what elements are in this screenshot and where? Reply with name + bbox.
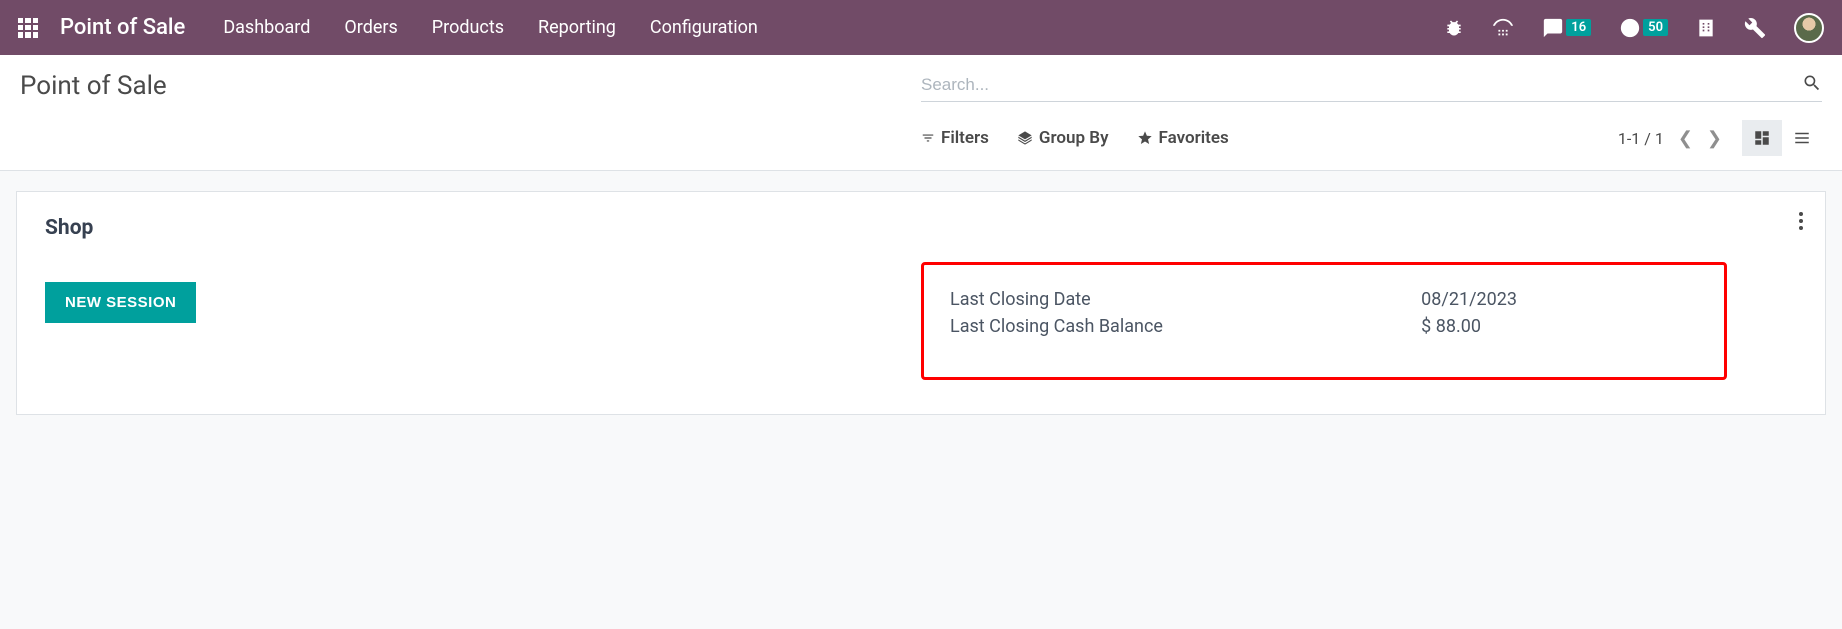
- card-title: Shop: [45, 216, 1797, 240]
- activities-icon[interactable]: 50: [1619, 17, 1668, 39]
- new-session-button[interactable]: NEW SESSION: [45, 282, 196, 323]
- pos-card: Shop NEW SESSION Last Closing Date 08/21…: [16, 191, 1826, 415]
- building-icon[interactable]: [1696, 18, 1716, 38]
- closing-balance-label: Last Closing Cash Balance: [950, 316, 1421, 337]
- closing-balance-row: Last Closing Cash Balance $ 88.00: [950, 316, 1698, 337]
- pager-count: 1-1 / 1: [1618, 129, 1664, 148]
- messages-icon[interactable]: 16: [1542, 17, 1591, 39]
- closing-date-row: Last Closing Date 08/21/2023: [950, 289, 1698, 310]
- filters-label: Filters: [941, 128, 989, 148]
- nav-products[interactable]: Products: [432, 17, 504, 38]
- pager-prev-icon[interactable]: ❮: [1678, 128, 1693, 149]
- topbar-right: 16 50: [1444, 13, 1824, 43]
- favorites-button[interactable]: Favorites: [1137, 128, 1229, 148]
- breadcrumb: Point of Sale: [20, 71, 921, 101]
- closing-date-label: Last Closing Date: [950, 289, 1421, 310]
- pager-next-icon[interactable]: ❯: [1707, 128, 1722, 149]
- pager: 1-1 / 1 ❮ ❯: [1618, 128, 1722, 149]
- tools-icon[interactable]: [1744, 17, 1766, 39]
- apps-grid-icon[interactable]: [18, 18, 38, 38]
- messages-badge: 16: [1566, 19, 1591, 36]
- closing-balance-value: $ 88.00: [1421, 316, 1698, 337]
- debug-icon[interactable]: [1444, 18, 1464, 38]
- groupby-label: Group By: [1039, 128, 1109, 148]
- top-navbar: Point of Sale Dashboard Orders Products …: [0, 0, 1842, 55]
- nav-orders[interactable]: Orders: [344, 17, 397, 38]
- search-input[interactable]: [921, 75, 1802, 95]
- filters-button[interactable]: Filters: [921, 128, 989, 148]
- content-area: Shop NEW SESSION Last Closing Date 08/21…: [0, 171, 1842, 435]
- card-menu-icon[interactable]: [1799, 212, 1803, 230]
- app-title[interactable]: Point of Sale: [60, 15, 185, 40]
- groupby-button[interactable]: Group By: [1017, 128, 1109, 148]
- nav-configuration[interactable]: Configuration: [650, 17, 758, 38]
- user-avatar[interactable]: [1794, 13, 1824, 43]
- closing-date-value: 08/21/2023: [1421, 289, 1698, 310]
- highlight-box: Last Closing Date 08/21/2023 Last Closin…: [921, 262, 1727, 380]
- phone-icon[interactable]: [1492, 17, 1514, 39]
- activities-badge: 50: [1643, 19, 1668, 36]
- kanban-view-button[interactable]: [1742, 120, 1782, 156]
- control-panel: Point of Sale Filters Group By Favorites: [0, 55, 1842, 171]
- search-icon[interactable]: [1802, 73, 1822, 97]
- nav-reporting[interactable]: Reporting: [538, 17, 616, 38]
- nav-dashboard[interactable]: Dashboard: [223, 17, 310, 38]
- list-view-button[interactable]: [1782, 120, 1822, 156]
- view-toggle: [1742, 120, 1822, 156]
- favorites-label: Favorites: [1159, 128, 1229, 148]
- search-wrap: [921, 69, 1822, 102]
